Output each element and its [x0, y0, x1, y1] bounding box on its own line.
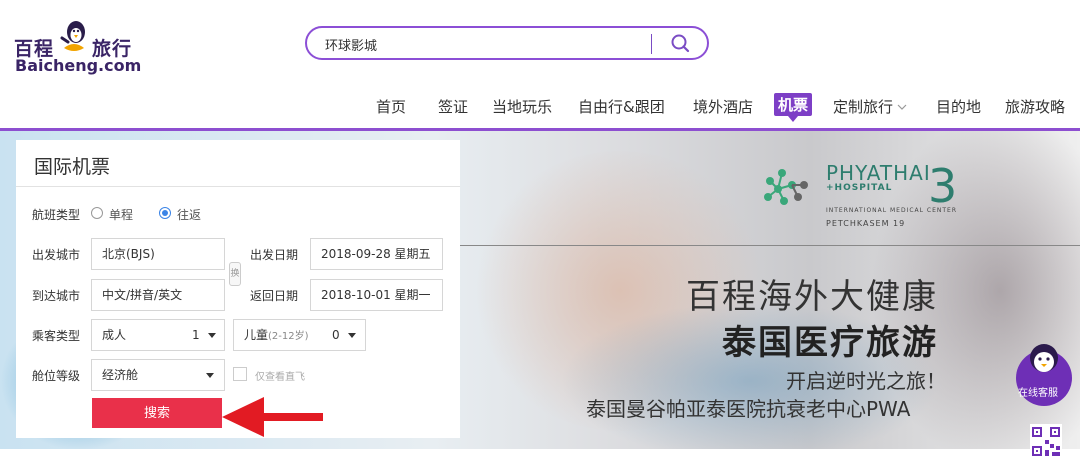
nav-home[interactable]: 首页	[376, 96, 406, 117]
adult-count: 1	[192, 328, 200, 342]
hospital-sub-text: HOSPITAL	[834, 183, 893, 193]
dropdown-caret-icon	[208, 333, 216, 338]
search-divider	[651, 34, 652, 54]
radio-round-trip[interactable]	[159, 207, 171, 219]
adult-label: 成人	[102, 328, 127, 342]
child-select[interactable]: 儿童(2-12岁) 0	[233, 319, 366, 351]
return-date-label: 返回日期	[250, 289, 299, 303]
penguin-mascot-icon	[60, 21, 85, 51]
nav-custom-travel[interactable]: 定制旅行	[833, 96, 908, 117]
one-way-label[interactable]: 单程	[109, 206, 133, 223]
return-date-field[interactable]: 2018-10-01 星期一	[310, 279, 443, 311]
child-age-range: (2-12岁)	[268, 331, 309, 342]
to-city-label: 到达城市	[32, 289, 81, 303]
child-count: 0	[332, 328, 340, 342]
banner-subtitle-2: 泰国曼谷帕亚泰医院抗衰老中心PWA	[586, 397, 911, 421]
search-input[interactable]	[325, 34, 645, 54]
hospital-sub: +HOSPITAL	[826, 183, 893, 193]
trip-type-label: 航班类型	[32, 208, 81, 222]
from-city-label: 出发城市	[32, 248, 81, 262]
cabin-class-value: 经济舱	[102, 368, 139, 382]
nav-local-activities[interactable]: 当地玩乐	[492, 96, 552, 117]
nav-travel-guides[interactable]: 旅游攻略	[1005, 96, 1065, 117]
panel-title: 国际机票	[34, 156, 111, 178]
banner-subtitle-1: 开启逆时光之旅！	[786, 369, 946, 393]
hospital-name: PHYATHAI	[826, 161, 931, 185]
cabin-class-select[interactable]: 经济舱	[91, 359, 225, 391]
adult-select[interactable]: 成人 1	[91, 319, 225, 351]
chevron-down-icon	[897, 104, 907, 110]
customer-service-label[interactable]: 在线客服	[1018, 384, 1058, 399]
direct-only-checkbox[interactable]	[233, 367, 247, 381]
logo-english: Baicheng.com	[15, 56, 142, 75]
nav-flights[interactable]: 机票	[774, 93, 813, 122]
flight-search-panel: 国际机票 航班类型 单程 往返 出发城市 北京(BJS) 换 出发日期 2018…	[16, 140, 460, 438]
search-bar	[305, 26, 709, 60]
round-trip-label[interactable]: 往返	[177, 206, 201, 223]
panel-divider	[16, 186, 460, 187]
child-label: 儿童	[244, 328, 269, 342]
depart-date-field[interactable]: 2018-09-28 星期五	[310, 238, 443, 270]
main-nav: 首页 签证 当地玩乐 自由行&跟团 境外酒店 机票 定制旅行 目的地 旅游攻略	[0, 92, 1080, 122]
passenger-type-label: 乘客类型	[32, 329, 81, 343]
direct-only-label[interactable]: 仅查看直飞	[255, 368, 305, 383]
red-arrow-icon	[222, 397, 323, 437]
nav-custom-travel-label: 定制旅行	[833, 98, 894, 116]
flight-search-button[interactable]: 搜索	[92, 398, 222, 428]
banner-title: 百程海外大健康	[686, 277, 938, 317]
dropdown-caret-icon	[206, 373, 214, 378]
nav-destinations[interactable]: 目的地	[936, 96, 981, 117]
to-city-field[interactable]: 中文/拼音/英文	[91, 279, 225, 311]
from-city-field[interactable]: 北京(BJS)	[91, 238, 225, 270]
hospital-line1: INTERNATIONAL MEDICAL CENTER	[826, 207, 958, 214]
qr-code-icon[interactable]	[1030, 424, 1062, 460]
site-logo[interactable]: 百程 旅行 Baicheng.com	[14, 18, 141, 78]
depart-date-label: 出发日期	[250, 248, 299, 262]
site-header: 百程旅行 Baicheng.com 首页 签证 当地玩乐 自由行&跟团 境外酒店…	[0, 0, 1080, 131]
search-icon[interactable]	[663, 30, 697, 56]
cabin-class-label: 舱位等级	[32, 369, 81, 383]
nav-hotels[interactable]: 境外酒店	[693, 96, 753, 117]
banner-divider	[460, 245, 1080, 246]
hospital-number: 3	[928, 159, 958, 213]
banner-title-bold: 泰国医疗旅游	[722, 323, 938, 363]
swap-cities-button[interactable]: 换	[229, 262, 241, 286]
hospital-line2: PETCHKASEM 19	[826, 219, 906, 228]
hospital-logo-icon	[764, 169, 808, 205]
nav-packages[interactable]: 自由行&跟团	[578, 96, 665, 117]
radio-one-way[interactable]	[91, 207, 103, 219]
nav-visa[interactable]: 签证	[438, 96, 468, 117]
dropdown-caret-icon	[348, 333, 356, 338]
